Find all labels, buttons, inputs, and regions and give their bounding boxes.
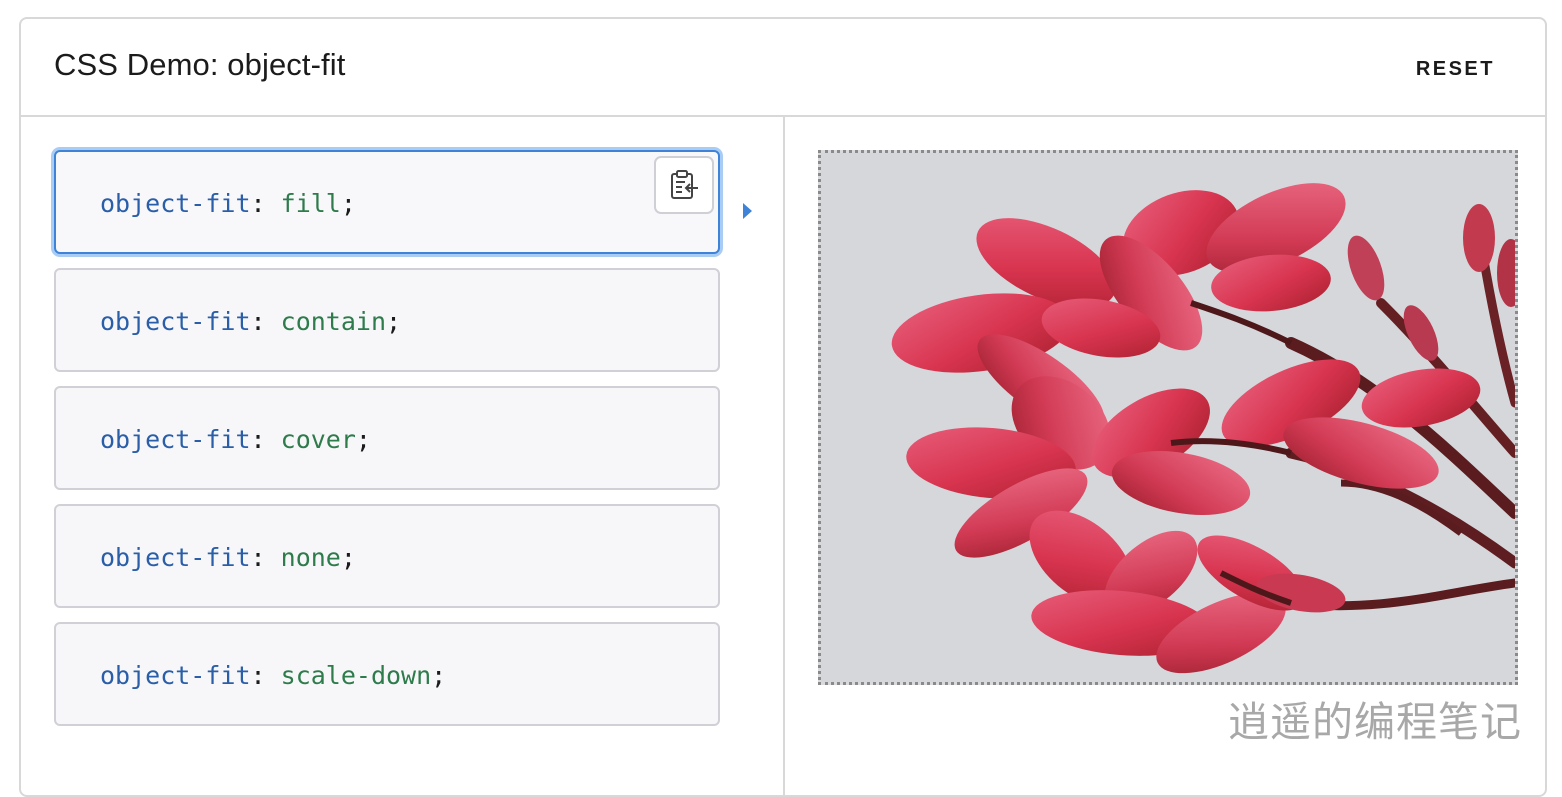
- example-choice-fill[interactable]: object-fit: fill;: [54, 150, 720, 254]
- active-example-arrow-icon: [743, 203, 752, 219]
- clipboard-paste-icon: [671, 170, 698, 199]
- reset-button[interactable]: RESET: [1416, 58, 1495, 81]
- demo-header: CSS Demo: object-fit RESET: [21, 19, 1545, 117]
- css-property: object-fit: [100, 661, 251, 690]
- css-value: contain: [280, 307, 386, 336]
- copy-button[interactable]: [654, 156, 714, 214]
- flower-image: [821, 153, 1515, 682]
- css-colon: :: [250, 543, 266, 572]
- css-colon: :: [250, 425, 266, 454]
- example-choice-contain[interactable]: object-fit: contain;: [54, 268, 720, 372]
- css-property: object-fit: [100, 307, 251, 336]
- demo-title: CSS Demo: object-fit: [54, 47, 346, 82]
- example-choices-pane: object-fit: fill; object-fit: contain; o…: [21, 117, 785, 797]
- css-semicolon: ;: [355, 425, 371, 454]
- css-colon: :: [250, 307, 266, 336]
- css-value: fill: [280, 189, 341, 218]
- css-property: object-fit: [100, 425, 251, 454]
- css-colon: :: [250, 189, 266, 218]
- css-property: object-fit: [100, 189, 251, 218]
- css-semicolon: ;: [340, 189, 356, 218]
- css-demo-panel: CSS Demo: object-fit RESET object-fit: f…: [19, 17, 1547, 797]
- css-property: object-fit: [100, 543, 251, 572]
- css-value: scale-down: [280, 661, 432, 690]
- css-value: none: [280, 543, 341, 572]
- watermark-text: 逍遥的编程笔记: [1228, 699, 1522, 745]
- css-semicolon: ;: [340, 543, 356, 572]
- css-colon: :: [250, 661, 266, 690]
- css-value: cover: [280, 425, 356, 454]
- output-box: [818, 150, 1518, 685]
- css-semicolon: ;: [386, 307, 402, 336]
- example-choice-cover[interactable]: object-fit: cover;: [54, 386, 720, 490]
- example-choice-none[interactable]: object-fit: none;: [54, 504, 720, 608]
- example-choice-scale-down[interactable]: object-fit: scale-down;: [54, 622, 720, 726]
- css-semicolon: ;: [431, 661, 447, 690]
